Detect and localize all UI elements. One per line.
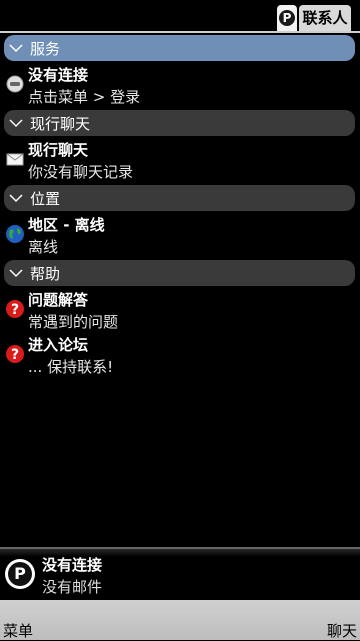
item-subtitle: 离线 <box>28 238 59 256</box>
section-header-active-chats[interactable]: 现行聊天 <box>4 110 355 136</box>
status-bar[interactable]: P 没有连接 没有邮件 <box>0 547 360 601</box>
list-item-region[interactable]: 地区 - 离线 离线 <box>0 214 360 256</box>
item-title: 进入论坛 <box>28 336 89 354</box>
section-header-services[interactable]: 服务 <box>4 35 355 61</box>
chevron-down-icon <box>9 44 23 53</box>
section-header-help[interactable]: 帮助 <box>4 260 355 286</box>
section-header-location[interactable]: 位置 <box>4 185 355 211</box>
item-subtitle: 你没有聊天记录 <box>28 163 134 181</box>
status-connection: 没有连接 <box>42 556 103 574</box>
section-header-label: 现行聊天 <box>30 114 91 133</box>
svg-text:?: ? <box>11 347 19 363</box>
help-icon: ? <box>6 300 24 318</box>
chevron-down-icon <box>9 269 23 278</box>
chat-softkey[interactable]: 聊天 <box>327 620 357 641</box>
tab-p[interactable]: P <box>277 5 297 31</box>
item-title: 现行聊天 <box>28 141 89 159</box>
top-bar: P 联系人 <box>0 0 360 33</box>
svg-text:?: ? <box>11 302 19 318</box>
item-title: 问题解答 <box>28 291 89 309</box>
status-mail: 没有邮件 <box>42 578 103 596</box>
chevron-down-icon <box>9 119 23 128</box>
p-logo-icon: P <box>8 562 32 586</box>
list-item-active-chats[interactable]: 现行聊天 你没有聊天记录 <box>0 139 360 181</box>
chat-bubble-icon <box>6 75 24 93</box>
list-item-not-connected[interactable]: 没有连接 点击菜单 > 登录 <box>0 64 360 106</box>
softkey-bar: 菜单 聊天 <box>0 600 360 640</box>
p-logo-icon: P <box>279 10 295 26</box>
list-item-faq[interactable]: ? 问题解答 常遇到的问题 <box>0 289 360 331</box>
menu-softkey[interactable]: 菜单 <box>3 620 33 641</box>
list-item-forum[interactable]: ? 进入论坛 ... 保持联系! <box>0 334 360 376</box>
item-subtitle: ... 保持联系! <box>28 358 114 376</box>
section-header-label: 服务 <box>30 39 61 58</box>
chevron-down-icon <box>9 194 23 203</box>
item-title: 地区 - 离线 <box>28 216 105 234</box>
help-icon: ? <box>6 345 24 363</box>
top-divider <box>0 31 360 33</box>
item-subtitle: 常遇到的问题 <box>28 313 119 331</box>
section-header-label: 帮助 <box>30 264 61 283</box>
tab-contacts[interactable]: 联系人 <box>299 5 351 31</box>
item-subtitle: 点击菜单 > 登录 <box>28 88 141 106</box>
globe-icon <box>6 225 24 243</box>
section-header-label: 位置 <box>30 189 61 208</box>
item-title: 没有连接 <box>28 66 89 84</box>
envelope-icon <box>6 153 24 166</box>
avatar: P <box>5 559 35 589</box>
